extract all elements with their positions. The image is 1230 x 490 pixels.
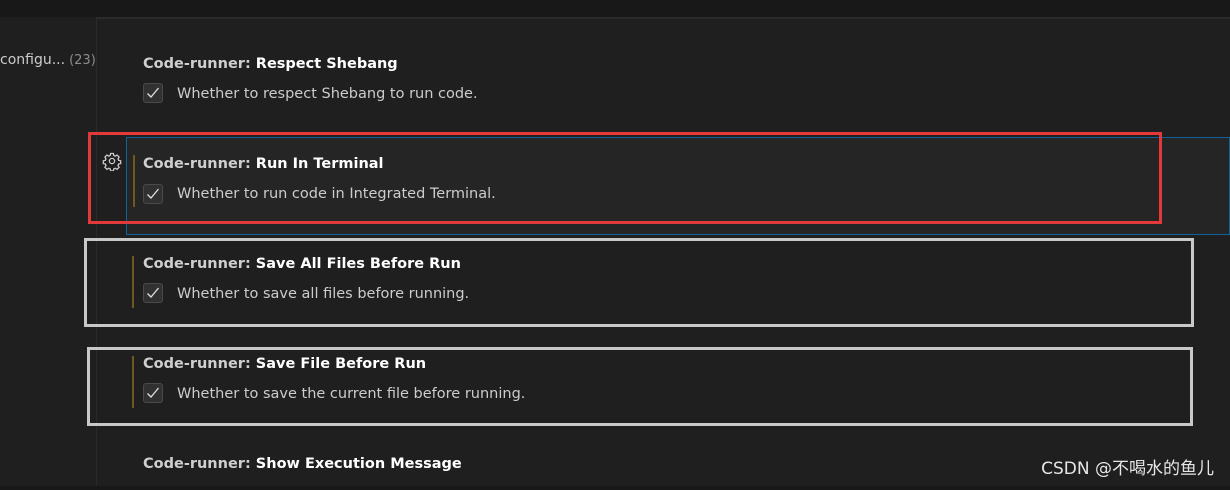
setting-category: Code-runner: bbox=[143, 456, 256, 472]
setting-description: Whether to save all files before running… bbox=[177, 286, 470, 302]
bottom-bar bbox=[0, 486, 1230, 490]
setting-category: Code-runner: bbox=[143, 356, 256, 372]
editor-top-bar bbox=[0, 0, 1230, 17]
setting-description: Whether to respect Shebang to run code. bbox=[177, 86, 478, 102]
setting-checkbox[interactable] bbox=[143, 283, 163, 303]
setting-save-file-before-run: Code-runner: Save File Before Run Whethe… bbox=[97, 346, 1230, 446]
setting-name: Show Execution Message bbox=[255, 456, 462, 472]
setting-name: Save File Before Run bbox=[255, 356, 427, 372]
setting-title: Code-runner: Run In Terminal bbox=[143, 154, 384, 174]
check-icon bbox=[147, 287, 159, 298]
setting-checkbox[interactable] bbox=[143, 383, 163, 403]
setting-save-all-files-before-run: Code-runner: Save All Files Before Run W… bbox=[97, 246, 1230, 346]
toc-item-label: configu... bbox=[0, 52, 66, 68]
setting-description: Whether to run code in Integrated Termin… bbox=[177, 186, 496, 202]
setting-title: Code-runner: Save File Before Run bbox=[143, 354, 426, 374]
check-icon bbox=[147, 87, 159, 98]
setting-title: Code-runner: Respect Shebang bbox=[143, 54, 398, 74]
top-divider bbox=[96, 17, 1230, 19]
setting-checkbox[interactable] bbox=[143, 184, 163, 204]
setting-respect-shebang: Code-runner: Respect Shebang Whether to … bbox=[97, 46, 1230, 146]
modified-indicator bbox=[132, 256, 134, 308]
setting-title: Code-runner: Save All Files Before Run bbox=[143, 254, 461, 274]
setting-name: Respect Shebang bbox=[255, 56, 398, 72]
setting-run-in-terminal: Code-runner: Run In Terminal Whether to … bbox=[126, 137, 1230, 235]
modified-indicator bbox=[132, 356, 134, 408]
watermark: CSDN @不喝水的鱼儿 bbox=[1041, 459, 1214, 479]
gear-icon[interactable] bbox=[102, 151, 122, 172]
check-icon bbox=[147, 387, 159, 398]
modified-indicator bbox=[133, 155, 135, 207]
setting-category: Code-runner: bbox=[143, 256, 256, 272]
setting-description: Whether to save the current file before … bbox=[177, 386, 526, 402]
setting-title: Code-runner: Show Execution Message bbox=[143, 454, 462, 474]
setting-category: Code-runner: bbox=[143, 56, 256, 72]
check-icon bbox=[147, 188, 159, 199]
setting-category: Code-runner: bbox=[143, 156, 256, 172]
setting-checkbox[interactable] bbox=[143, 83, 163, 103]
toc-item-configuration[interactable]: configu... (23) bbox=[0, 50, 96, 70]
setting-name: Save All Files Before Run bbox=[255, 256, 461, 272]
toc-item-count: (23) bbox=[69, 53, 96, 68]
setting-name: Run In Terminal bbox=[255, 156, 384, 172]
settings-editor: configu... (23) Code-runner: Respect Sheb… bbox=[0, 0, 1230, 490]
